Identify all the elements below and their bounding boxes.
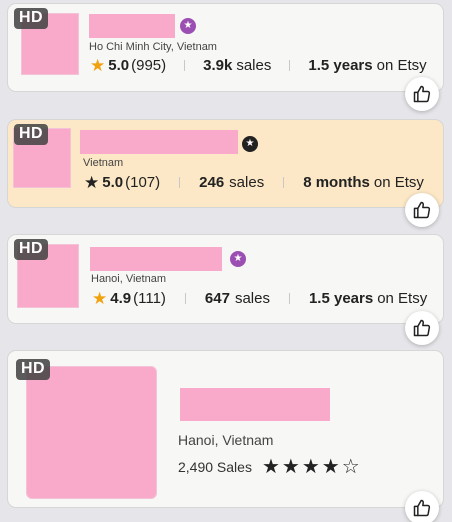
- years-label: on Etsy: [373, 174, 424, 191]
- like-button[interactable]: [405, 193, 439, 227]
- sales-value: 647: [204, 290, 230, 307]
- hd-badge: HD: [14, 239, 49, 260]
- shop-name-redacted[interactable]: [90, 247, 222, 271]
- shop-location: Hanoi, Vietnam: [91, 273, 167, 285]
- sales-label: sales: [236, 57, 272, 74]
- hd-badge: HD: [16, 359, 51, 380]
- years-value: 8 months: [303, 174, 370, 191]
- shop-stats: ★ 5.0 (995) 3.9k sales 1.5 years on Etsy: [90, 57, 427, 74]
- star-seller-badge-icon: ★: [230, 251, 246, 267]
- sales-value: 3.9k: [203, 57, 233, 74]
- divider: [184, 60, 186, 71]
- star-seller-badge-icon: ★: [242, 136, 258, 152]
- review-count: (995): [131, 57, 167, 74]
- shop-card-1[interactable]: HD ★ Ho Chi Minh City, Vietnam ★ 5.0 (99…: [7, 3, 444, 111]
- review-count: (111): [133, 290, 166, 307]
- sales-value: 246: [199, 174, 225, 191]
- star-icon: ★: [261, 456, 280, 478]
- hd-badge: HD: [14, 8, 49, 29]
- sales-label: sales: [229, 174, 265, 191]
- thumbs-up-icon: [413, 201, 431, 219]
- divider: [289, 60, 291, 71]
- rating-value: 4.9: [110, 290, 132, 307]
- half-star-icon: ☆: [341, 456, 360, 478]
- like-button[interactable]: [405, 77, 439, 111]
- shop-name-redacted[interactable]: [80, 130, 238, 154]
- shop-card-2[interactable]: HD ★ Vietnam ★ 5.0 (107) 246 sales 8 mon…: [7, 119, 444, 227]
- rating-value: 5.0: [102, 174, 124, 191]
- like-button[interactable]: [405, 311, 439, 345]
- star-rating: ★ ★ ★ ★ ☆: [262, 457, 360, 477]
- star-seller-badge-icon: ★: [180, 18, 196, 34]
- divider: [179, 177, 181, 188]
- shop-stats: 2,490 Sales ★ ★ ★ ★ ☆: [178, 457, 360, 477]
- shop-stats: ★ 5.0 (107) 246 sales 8 months on Etsy: [84, 174, 424, 191]
- shop-image[interactable]: [26, 366, 157, 499]
- divider: [184, 293, 186, 304]
- thumbs-up-icon: [413, 499, 431, 517]
- divider: [283, 177, 285, 188]
- star-icon: ★: [321, 456, 340, 478]
- shop-name-redacted[interactable]: [180, 388, 330, 421]
- years-value: 1.5 years: [308, 290, 374, 307]
- like-button[interactable]: [405, 491, 439, 522]
- hd-badge: HD: [14, 124, 49, 145]
- sales-count: 2,490 Sales: [178, 459, 252, 475]
- shop-stats: ★ 4.9 (111) 647 sales 1.5 years on Etsy: [92, 290, 427, 307]
- thumbs-up-icon: [413, 85, 431, 103]
- review-count: (107): [125, 174, 161, 191]
- thumbs-up-icon: [413, 319, 431, 337]
- shop-card-3[interactable]: HD ★ Hanoi, Vietnam ★ 4.9 (111) 647 sale…: [7, 234, 444, 345]
- star-icon: ★: [301, 456, 320, 478]
- shop-card-4[interactable]: HD Hanoi, Vietnam 2,490 Sales ★ ★ ★ ★ ☆: [7, 350, 444, 522]
- shop-location: Vietnam: [83, 157, 124, 169]
- star-icon: ★: [90, 56, 106, 75]
- star-icon: ★: [281, 456, 300, 478]
- shop-location: Ho Chi Minh City, Vietnam: [89, 41, 217, 53]
- years-label: on Etsy: [377, 290, 428, 307]
- shop-location: Hanoi, Vietnam: [178, 432, 274, 448]
- shop-name-redacted[interactable]: [89, 14, 175, 38]
- years-label: on Etsy: [376, 57, 427, 74]
- star-icon: ★: [84, 173, 100, 192]
- divider: [288, 293, 290, 304]
- sales-label: sales: [234, 290, 270, 307]
- years-value: 1.5 years: [308, 57, 373, 74]
- rating-value: 5.0: [108, 57, 130, 74]
- star-icon: ★: [92, 289, 108, 308]
